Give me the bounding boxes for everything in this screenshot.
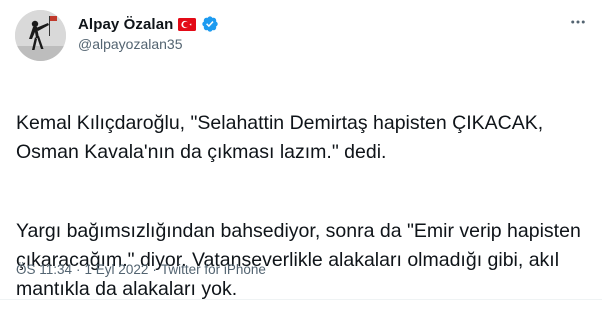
tweet-meta: ÖS 11:34 · 1 Eyl 2022 · Twitter for iPho… [16,262,266,277]
verified-badge-icon [201,15,219,33]
tweet-date[interactable]: 1 Eyl 2022 [85,262,149,277]
meta-separator: · [76,262,81,277]
tweet-paragraph: Yargı bağımsızlığından bahsediyor, sonra… [16,220,581,300]
tweet-time[interactable]: ÖS 11:34 [16,262,72,277]
author-display-name[interactable]: Alpay Özalan [78,16,173,33]
author-handle[interactable]: @alpayozalan35 [78,36,183,52]
avatar-image [15,10,66,61]
turkey-flag-icon [178,17,197,31]
more-options-icon[interactable] [568,12,588,32]
tweet-text: Kemal Kılıçdaroğlu, "Selahattin Demirtaş… [16,80,591,333]
avatar[interactable] [15,10,66,61]
meta-separator: · [152,262,157,277]
tweet-card: Alpay Özalan @alpayozalan35 Kemal Kılıçd… [0,0,602,300]
tweet-paragraph: Kemal Kılıçdaroğlu, "Selahattin Demirtaş… [16,112,544,163]
author-name-row: Alpay Özalan [78,14,219,34]
tweet-source[interactable]: Twitter for iPhone [161,262,266,277]
